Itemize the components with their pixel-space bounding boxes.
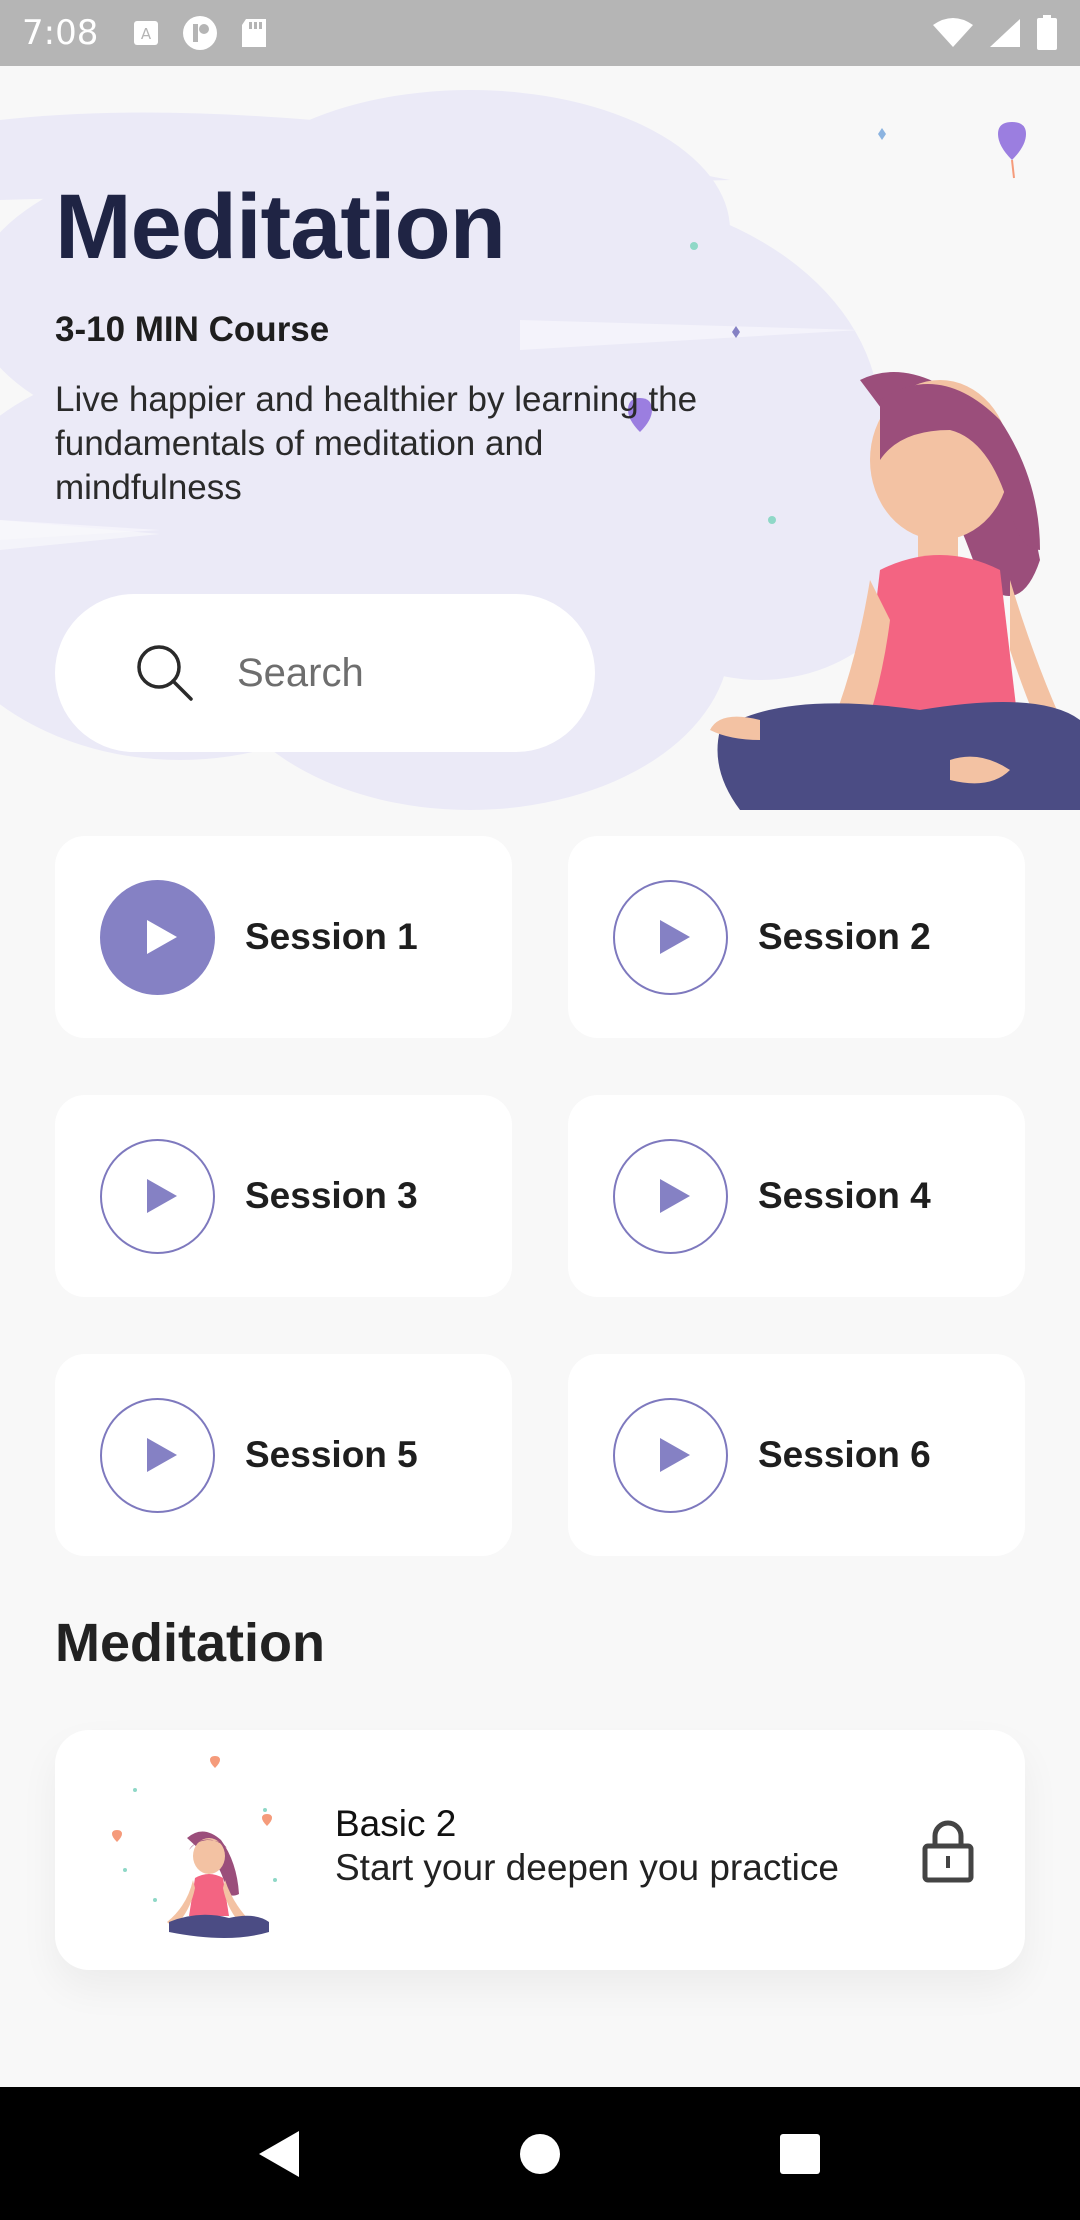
- app-notification-icon: [183, 16, 218, 50]
- play-icon: [613, 879, 728, 995]
- course-card-basic-2[interactable]: Basic 2 Start your deepen you practice: [55, 1730, 1025, 1970]
- session-label: Session 3: [245, 1175, 418, 1216]
- course-subtitle: Start your deepen you practice: [335, 1847, 839, 1888]
- session-card-3[interactable]: Session 3: [55, 1095, 512, 1297]
- course-title: Basic 2: [335, 1803, 457, 1844]
- play-icon: [100, 879, 215, 995]
- session-card-2[interactable]: Session 2: [568, 836, 1025, 1038]
- section-heading: Meditation: [55, 1613, 325, 1673]
- recents-square-icon: [780, 2133, 820, 2174]
- play-icon: [613, 1397, 728, 1513]
- course-text: Basic 2 Start your deepen you practice: [335, 1802, 839, 1890]
- lock-icon: [922, 1820, 974, 1883]
- svg-text:A: A: [141, 25, 152, 43]
- back-triangle-icon: [259, 2130, 299, 2177]
- home-circle-icon: [520, 2133, 560, 2174]
- meditation-thumbnail-image: [112, 1756, 277, 1938]
- session-card-6[interactable]: Session 6: [568, 1354, 1025, 1556]
- page-title: Meditation: [55, 176, 506, 278]
- sd-card-icon: [242, 19, 267, 47]
- session-card-1[interactable]: Session 1: [55, 836, 512, 1038]
- session-card-5[interactable]: Session 5: [55, 1354, 512, 1556]
- search-bar[interactable]: [55, 594, 595, 752]
- search-icon: [137, 645, 193, 701]
- session-label: Session 5: [245, 1434, 418, 1475]
- session-label: Session 2: [758, 916, 931, 957]
- keyboard-notification-icon: A: [134, 21, 159, 45]
- signal-icon: [990, 19, 1020, 47]
- play-icon: [613, 1138, 728, 1254]
- session-label: Session 1: [245, 916, 418, 957]
- status-time: 7:08: [22, 13, 99, 53]
- system-navigation-bar: [0, 2087, 1080, 2220]
- play-icon: [100, 1138, 215, 1254]
- system-icons: [932, 15, 1058, 51]
- course-duration-subtitle: 3-10 MIN Course: [55, 310, 330, 349]
- home-button[interactable]: [510, 2124, 570, 2184]
- session-label: Session 4: [758, 1175, 931, 1216]
- session-card-4[interactable]: Session 4: [568, 1095, 1025, 1297]
- balloon-icon: [998, 122, 1026, 179]
- notification-icons: A: [132, 15, 268, 51]
- play-icon: [100, 1397, 215, 1513]
- battery-icon: [1037, 15, 1057, 50]
- status-bar: 7:08 A: [0, 0, 1080, 66]
- search-input[interactable]: [237, 650, 537, 696]
- course-description: Live happier and healthier by learning t…: [55, 380, 698, 507]
- back-button[interactable]: [250, 2124, 310, 2184]
- wifi-icon: [933, 18, 973, 47]
- recents-button[interactable]: [770, 2124, 830, 2184]
- session-grid: Session 1 Session 2 Session 3 Session 4 …: [55, 836, 1025, 1556]
- session-label: Session 6: [758, 1434, 931, 1475]
